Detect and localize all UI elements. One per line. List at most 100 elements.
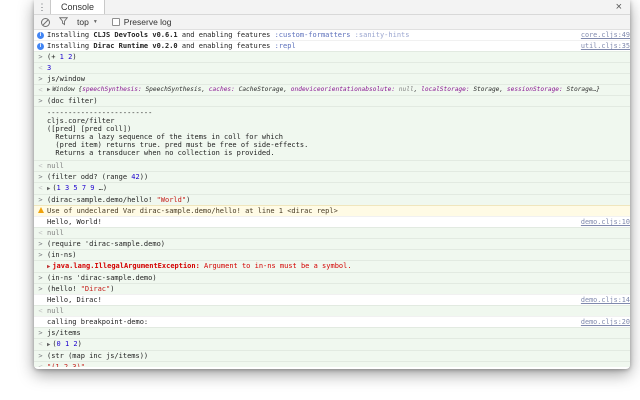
output-arrow: < xyxy=(38,86,43,94)
console-row-in: > js/items xyxy=(34,327,630,338)
output-arrow: < xyxy=(38,307,43,315)
expand-caret-icon[interactable]: ▶ xyxy=(47,87,50,93)
console-row-out: < null xyxy=(34,227,630,238)
message-content: Hello, Dirac! xyxy=(47,296,102,304)
console-row-log: Hello, Dirac! demo.cljs:14 xyxy=(34,294,630,305)
console-row-log: calling breakpoint-demo: demo.cljs:20 xyxy=(34,316,630,327)
console-row-block: ------------------------- cljs.core/filte… xyxy=(34,106,630,160)
message-content: Installing CLJS DevTools v0.6.1 and enab… xyxy=(47,31,410,39)
source-link[interactable]: core.cljs:49 xyxy=(575,30,630,40)
message-content: Hello, World! xyxy=(47,218,102,226)
message-content: ▶ java.lang.IllegalArgumentException: Arg… xyxy=(47,262,352,270)
info-icon: i xyxy=(34,30,47,40)
console-row-out: < ▶ (1 3 5 7 9 …) xyxy=(34,182,630,194)
info-icon: i xyxy=(37,43,44,50)
message-content: null xyxy=(47,162,64,170)
execution-context-value: top xyxy=(77,17,89,27)
output-arrow: < xyxy=(38,184,43,192)
output-arrow: < xyxy=(38,229,43,237)
console-row-info: i Installing Dirac Runtime v0.2.0 and ena… xyxy=(34,40,630,51)
message-content: ▶ (0 1 2) xyxy=(47,340,82,348)
output-arrow: < xyxy=(38,363,43,367)
source-link[interactable]: demo.cljs:20 xyxy=(575,317,630,327)
prompt-chevron: > xyxy=(38,251,43,259)
console-row-in: > (+ 1 2) xyxy=(34,51,630,62)
doc-line: ------------------------- xyxy=(47,109,153,117)
console-row-out: < ▶ (0 1 2) xyxy=(34,338,630,350)
message-content: (+ 1 2) xyxy=(47,53,77,61)
info-icon: i xyxy=(34,41,47,51)
message-content: calling breakpoint-demo: xyxy=(47,318,149,326)
console-row-in: > (in-ns 'dirac-sample.demo) xyxy=(34,272,630,283)
close-icon[interactable]: × xyxy=(616,0,622,14)
prompt-chevron: > xyxy=(38,97,43,105)
message-content: null xyxy=(47,307,64,315)
message-content: ▶ (1 3 5 7 9 …) xyxy=(47,184,108,192)
message-content: (hello! "Dirac") xyxy=(47,285,115,293)
preserve-log-checkbox[interactable] xyxy=(111,18,120,26)
tab-bar: ⋮ Console × xyxy=(34,0,630,15)
console-toolbar: top ▼ Preserve log xyxy=(34,15,630,30)
chevron-down-icon: ▼ xyxy=(92,19,98,25)
console-row-warn: Use of undeclared Var dirac-sample.demo/… xyxy=(34,205,630,216)
console-row-in: > (require 'dirac-sample.demo) xyxy=(34,238,630,249)
message-content: "(1 2 3)" xyxy=(47,363,85,367)
message-content: (dirac-sample.demo/hello! "World") xyxy=(47,196,191,204)
doc-line: ([pred] [pred coll]) xyxy=(47,125,132,133)
message-content: ------------------------- cljs.core/filte… xyxy=(47,107,627,160)
console-row-log: Hello, World! demo.cljs:10 xyxy=(34,216,630,227)
expand-caret-icon[interactable]: ▶ xyxy=(47,342,50,348)
warning-icon xyxy=(37,207,44,213)
devtools-window: ⋮ Console × top ▼ Preserve log i Installi… xyxy=(34,0,630,369)
source-link[interactable]: demo.cljs:10 xyxy=(575,217,630,227)
console-messages[interactable]: i Installing CLJS DevTools v0.6.1 and ena… xyxy=(34,30,630,367)
message-content: (filter odd? (range 42)) xyxy=(47,173,149,181)
prompt-chevron: > xyxy=(38,274,43,282)
console-row-in: > js/window xyxy=(34,73,630,84)
console-row-in: > (in-ns) xyxy=(34,249,630,260)
message-content: js/items xyxy=(47,329,81,337)
doc-line: cljs.core/filter xyxy=(47,117,115,125)
filter-icon[interactable] xyxy=(58,16,69,28)
console-row-out: < null xyxy=(34,160,630,171)
doc-line: Returns a lazy sequence of the items in … xyxy=(47,133,284,141)
message-content: null xyxy=(47,229,64,237)
tab-console-label: Console xyxy=(61,2,95,12)
prompt-chevron: > xyxy=(38,196,43,204)
preserve-log-label: Preserve log xyxy=(123,17,172,27)
source-link[interactable]: util.cljs:35 xyxy=(575,41,630,51)
console-row-in: > (str (map inc js/items)) xyxy=(34,350,630,361)
console-row-in: > (dirac-sample.demo/hello! "World") xyxy=(34,194,630,205)
message-content: Use of undeclared Var dirac-sample.demo/… xyxy=(47,207,338,215)
info-icon: i xyxy=(37,32,44,39)
execution-context-selector[interactable]: top ▼ xyxy=(77,17,98,27)
message-content: (str (map inc js/items)) xyxy=(47,352,149,360)
expand-caret-icon[interactable]: ▶ xyxy=(47,264,50,270)
prompt-chevron: > xyxy=(38,240,43,248)
kebab-menu-icon[interactable]: ⋮ xyxy=(34,0,50,14)
message-content: (require 'dirac-sample.demo) xyxy=(47,240,166,248)
console-row-out: <3 xyxy=(34,62,630,73)
expand-caret-icon[interactable]: ▶ xyxy=(47,186,50,192)
console-row-in: > (doc filter) xyxy=(34,95,630,106)
source-link[interactable]: demo.cljs:14 xyxy=(575,295,630,305)
tab-console[interactable]: Console xyxy=(50,0,106,14)
output-arrow: < xyxy=(38,64,43,72)
clear-console-icon[interactable] xyxy=(41,17,50,27)
console-row-error: ▶ java.lang.IllegalArgumentException: Arg… xyxy=(34,260,630,272)
console-row-out: < ▶ Window {speechSynthesis: SpeechSynthes… xyxy=(34,84,630,95)
prompt-chevron: > xyxy=(38,285,43,293)
console-row-in: > (filter odd? (range 42)) xyxy=(34,171,630,182)
prompt-chevron: > xyxy=(38,352,43,360)
doc-line: Returns a transducer when no collection … xyxy=(47,149,275,157)
message-content: js/window xyxy=(47,75,85,83)
console-row-info: i Installing CLJS DevTools v0.6.1 and ena… xyxy=(34,30,630,40)
message-content: (in-ns 'dirac-sample.demo) xyxy=(47,274,157,282)
console-row-in: > (hello! "Dirac") xyxy=(34,283,630,294)
prompt-chevron: > xyxy=(38,173,43,181)
console-row-out: < null xyxy=(34,305,630,316)
output-arrow: < xyxy=(38,340,43,348)
message-content: ▶ Window {speechSynthesis: SpeechSynthesi… xyxy=(47,86,601,93)
doc-line: (pred item) returns true. pred must be f… xyxy=(47,141,309,149)
message-content: Installing Dirac Runtime v0.2.0 and enab… xyxy=(47,42,296,50)
